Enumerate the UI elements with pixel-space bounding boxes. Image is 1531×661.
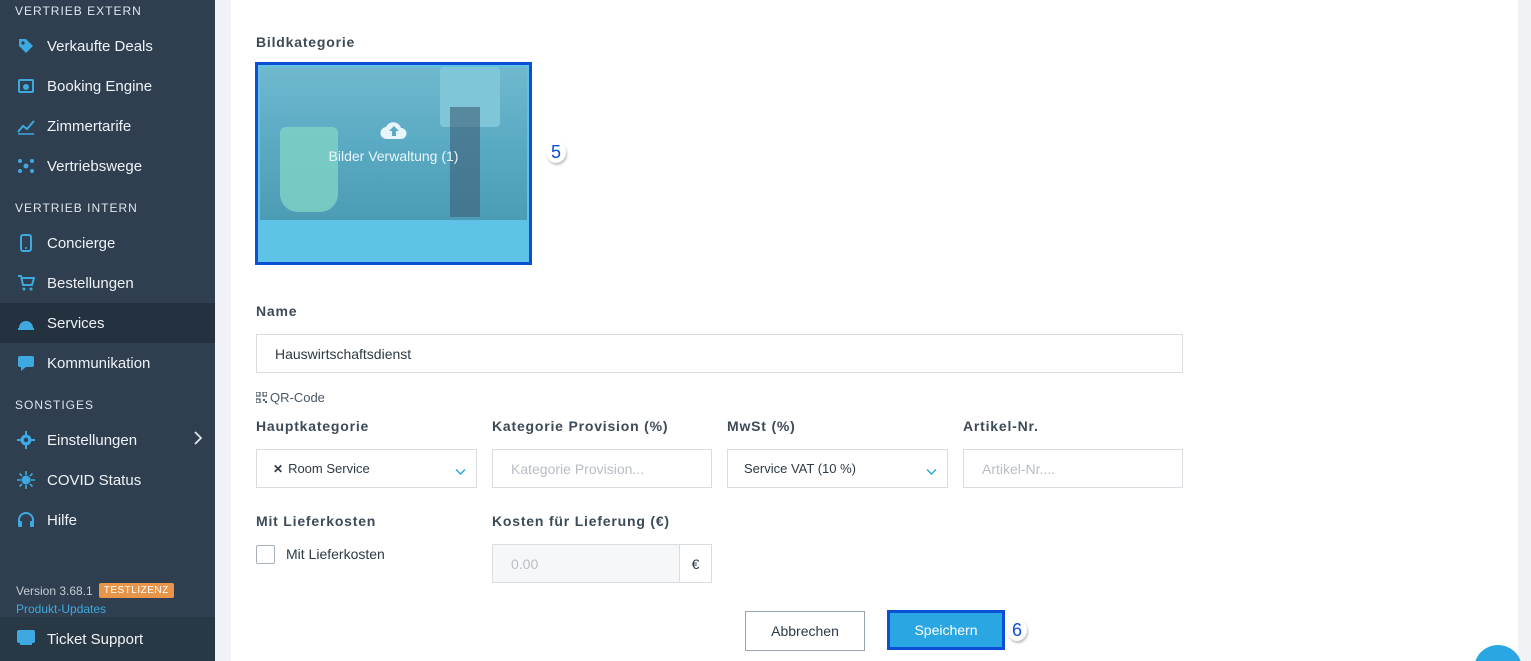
ticket-icon xyxy=(16,627,36,652)
sidebar-item-kommunikation[interactable]: Kommunikation xyxy=(0,343,215,383)
license-badge: TESTLIZENZ xyxy=(98,583,174,598)
artikel-nr-placeholder: Artikel-Nr.... xyxy=(982,460,1056,477)
sidebar-item-verkaufte-deals[interactable]: Verkaufte Deals xyxy=(0,26,215,66)
save-button[interactable]: Speichern xyxy=(887,610,1005,650)
cancel-button[interactable]: Abbrechen xyxy=(745,611,865,651)
artikel-nr-label: Artikel-Nr. xyxy=(963,418,1039,434)
provision-label: Kategorie Provision (%) xyxy=(492,418,669,434)
sidebar-item-hilfe[interactable]: Hilfe xyxy=(0,500,215,540)
chevron-down-icon xyxy=(926,464,937,479)
sidebar-item-booking-engine[interactable]: Booking Engine xyxy=(0,66,215,106)
mobile-phone-icon xyxy=(16,233,36,253)
provision-placeholder: Kategorie Provision... xyxy=(511,460,645,477)
name-label: Name xyxy=(256,303,298,319)
sidebar-item-label: COVID Status xyxy=(47,471,142,489)
kosten-lieferung-label: Kosten für Lieferung (€) xyxy=(492,513,670,529)
shopping-cart-icon xyxy=(16,273,36,293)
step-callout-5: 5 xyxy=(546,141,566,163)
sidebar-item-label: Services xyxy=(47,314,105,332)
sidebar-item-concierge[interactable]: Concierge xyxy=(0,223,215,263)
artikel-nr-input[interactable]: Artikel-Nr.... xyxy=(963,449,1183,488)
service-bell-icon xyxy=(16,313,36,333)
sidebar-item-label: Einstellungen xyxy=(47,431,138,449)
chevron-right-icon xyxy=(193,431,203,450)
headset-icon xyxy=(16,510,36,530)
gear-icon xyxy=(16,430,36,450)
sidebar-item-label: Concierge xyxy=(47,234,116,252)
virus-icon xyxy=(16,470,36,490)
kosten-placeholder: 0.00 xyxy=(511,555,539,572)
lieferkosten-checkbox[interactable] xyxy=(256,545,275,564)
hauptkategorie-value: Room Service xyxy=(288,461,370,476)
section-title-sonstiges: SONSTIGES xyxy=(15,398,95,412)
qr-code-icon xyxy=(256,392,267,403)
sidebar-item-bestellungen[interactable]: Bestellungen xyxy=(0,263,215,303)
trend-chart-icon xyxy=(16,116,36,136)
image-category-upload[interactable]: Bilder Verwaltung (1) xyxy=(255,62,532,265)
chevron-down-icon xyxy=(455,464,466,479)
sidebar-item-einstellungen[interactable]: Einstellungen xyxy=(0,420,215,460)
sidebar-item-label: Bestellungen xyxy=(47,274,134,292)
hauptkategorie-label: Hauptkategorie xyxy=(256,418,370,434)
remove-selection-icon[interactable]: ✕ xyxy=(273,462,283,476)
qr-code-link[interactable]: QR-Code xyxy=(256,390,325,405)
qr-code-label: QR-Code xyxy=(270,390,325,405)
mwst-value: Service VAT (10 %) xyxy=(744,461,856,476)
sidebar-item-label: Kommunikation xyxy=(47,354,151,372)
ticket-support-button[interactable]: Ticket Support xyxy=(0,617,215,661)
hauptkategorie-select[interactable]: ✕ Room Service xyxy=(256,449,477,488)
chat-icon xyxy=(16,353,36,373)
image-management-text: Bilder Verwaltung (1) xyxy=(328,148,459,164)
lieferkosten-checkbox-label[interactable]: Mit Lieferkosten xyxy=(286,546,385,562)
tag-icon xyxy=(16,36,36,56)
step-callout-6: 6 xyxy=(1007,619,1027,641)
sidebar-item-vertriebswege[interactable]: Vertriebswege xyxy=(0,146,215,186)
product-updates-link[interactable]: Produkt-Updates xyxy=(16,602,106,616)
sidebar-item-label: Vertriebswege xyxy=(47,157,143,175)
ticket-support-label: Ticket Support xyxy=(47,630,144,648)
bildkategorie-label: Bildkategorie xyxy=(256,34,356,50)
network-icon xyxy=(16,156,36,176)
mwst-label: MwSt (%) xyxy=(727,418,796,434)
name-input[interactable]: Hauswirtschaftsdienst xyxy=(256,334,1183,373)
booking-engine-icon xyxy=(16,76,36,96)
sidebar-item-services[interactable]: Services xyxy=(0,303,215,343)
provision-input[interactable]: Kategorie Provision... xyxy=(492,449,712,488)
currency-addon: € xyxy=(679,544,712,583)
lieferkosten-label: Mit Lieferkosten xyxy=(256,513,377,529)
section-title-vertrieb-extern: VERTRIEB EXTERN xyxy=(15,4,142,18)
mwst-select[interactable]: Service VAT (10 %) xyxy=(727,449,948,488)
version-info: Version 3.68.1 TESTLIZENZ xyxy=(16,583,174,598)
cloud-upload-icon xyxy=(379,119,408,146)
sidebar: VERTRIEB EXTERN Verkaufte Deals Booking … xyxy=(0,0,215,661)
section-title-vertrieb-intern: VERTRIEB INTERN xyxy=(15,201,138,215)
sidebar-item-label: Hilfe xyxy=(47,511,78,529)
sidebar-item-label: Verkaufte Deals xyxy=(47,37,153,55)
sidebar-item-zimmertarife[interactable]: Zimmertarife xyxy=(0,106,215,146)
name-input-value: Hauswirtschaftsdienst xyxy=(275,345,412,362)
version-text: Version 3.68.1 xyxy=(16,583,93,598)
sidebar-item-label: Booking Engine xyxy=(47,77,153,95)
sidebar-item-covid-status[interactable]: COVID Status xyxy=(0,460,215,500)
sidebar-item-label: Zimmertarife xyxy=(47,117,132,135)
kosten-lieferung-input[interactable]: 0.00 xyxy=(492,544,680,583)
